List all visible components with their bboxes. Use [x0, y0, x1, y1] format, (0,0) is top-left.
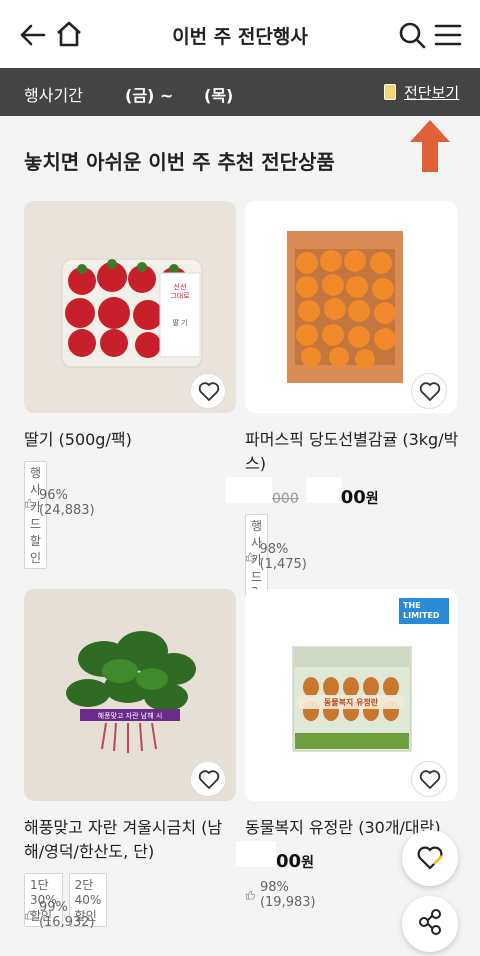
- rating-text: 96% (24,883): [38, 488, 95, 518]
- rating: 98% (19,983): [245, 880, 321, 910]
- menu-icon[interactable]: [433, 20, 463, 50]
- period-end: (목): [204, 86, 234, 105]
- rating: 98% (1,475): [245, 542, 312, 572]
- thumbs-up-icon: [24, 910, 35, 920]
- flyer-link[interactable]: 전단보기: [384, 81, 459, 103]
- wishlist-heart-icon: [417, 846, 444, 870]
- price-row: 00 원: [236, 841, 314, 872]
- rating: 99% (16,932): [24, 900, 100, 930]
- rating-text: 99% (16,932): [38, 900, 95, 930]
- wishlist-heart-icon[interactable]: [411, 761, 447, 797]
- sale-price: 00: [276, 851, 302, 872]
- thumbs-up-icon: [245, 890, 256, 900]
- currency: 원: [301, 855, 314, 871]
- price-row: 000 00 원: [226, 477, 379, 508]
- wishlist-heart-icon[interactable]: [190, 373, 226, 409]
- top-app-bar: 이번 주 전단행사: [0, 0, 480, 68]
- price-mask: [226, 477, 272, 503]
- product-name[interactable]: 해풍맞고 자란 겨울시금치 (남해/영덕/한산도, 단): [24, 816, 234, 864]
- search-icon[interactable]: [397, 20, 427, 50]
- sale-price: 00: [340, 487, 366, 508]
- product-name[interactable]: 딸기 (500g/팩): [24, 428, 240, 452]
- period-label: 행사기간: [24, 86, 83, 105]
- pointer-arrow-icon: [410, 120, 450, 172]
- share-float-button[interactable]: [402, 896, 458, 952]
- wishlist-heart-icon[interactable]: [190, 761, 226, 797]
- svg-text:신선: 신선: [174, 282, 187, 291]
- flyer-link-label: 전단보기: [404, 83, 460, 102]
- rating: 96% (24,883): [24, 488, 100, 518]
- svg-text:딸 기: 딸 기: [172, 318, 187, 327]
- period-start: (금) ~: [125, 86, 174, 105]
- svg-text:그대로: 그대로: [170, 292, 190, 300]
- price-mask: [306, 477, 341, 503]
- thumbs-up-icon: [24, 498, 35, 508]
- limited-tag: THE LIMITED: [399, 598, 449, 624]
- section-title: 놓치면 아쉬운 이번 주 추천 전단상품: [24, 150, 335, 174]
- event-period-bar: 행사기간 (금) ~ (목) 전단보기: [0, 68, 480, 116]
- price-mask: [236, 841, 276, 867]
- currency: 원: [365, 491, 379, 507]
- svg-text:해풍맞고 자란 남해 시: 해풍맞고 자란 남해 시: [98, 711, 163, 720]
- wishlist-heart-icon[interactable]: [411, 373, 447, 409]
- thumbs-up-icon: [245, 552, 255, 562]
- wishlist-float-button[interactable]: [402, 830, 458, 886]
- original-price: 000: [272, 491, 299, 507]
- share-icon: [419, 909, 441, 935]
- rating-text: 98% (19,983): [259, 880, 316, 910]
- svg-text:동물복지 유정란: 동물복지 유정란: [324, 697, 379, 707]
- product-name[interactable]: 파머스픽 당도선별감귤 (3kg/박스): [245, 428, 465, 476]
- flyer-icon: [384, 84, 396, 100]
- rating-text: 98% (1,475): [259, 542, 307, 572]
